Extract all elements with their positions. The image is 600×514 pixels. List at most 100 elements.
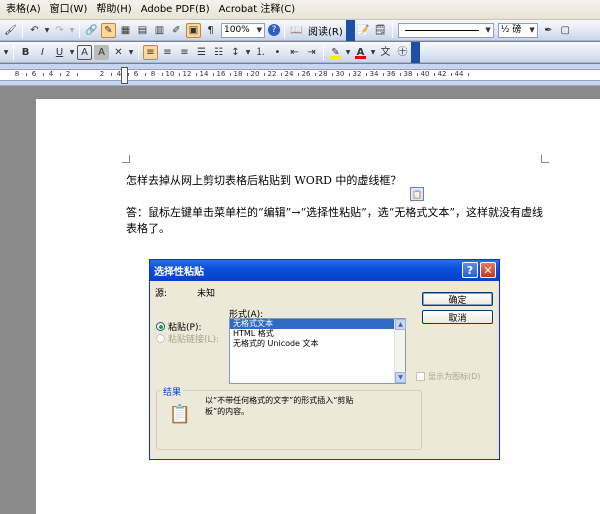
result-text-line1: 以“不带任何格式的文字”的形式插入“剪贴: [205, 396, 354, 405]
justify-icon[interactable]: ☰: [194, 45, 209, 60]
ok-button[interactable]: 确定: [422, 292, 493, 306]
insert-excel-icon[interactable]: ▤: [135, 23, 150, 38]
show-as-icon-checkbox[interactable]: 显示为图标(D): [416, 371, 480, 382]
hyperlink-icon[interactable]: 🔗: [84, 23, 99, 38]
line-style-combo[interactable]: ▼: [397, 22, 494, 38]
align-left-icon[interactable]: ≡: [143, 44, 158, 60]
ruler-tick: [110, 73, 112, 76]
answer-text-line2: 表格了。: [126, 222, 170, 235]
ruler-tick: [76, 73, 78, 76]
char-border-icon[interactable]: A: [77, 44, 92, 60]
ruler-label: 28: [318, 70, 328, 78]
ruler-label: 8: [14, 70, 20, 78]
ruler-tick: [195, 73, 197, 76]
font-color-icon[interactable]: A: [353, 45, 368, 60]
undo-icon[interactable]: ↶: [27, 23, 42, 38]
help-button[interactable]: ?: [462, 262, 478, 278]
ruler-tick: [450, 73, 452, 76]
cancel-button[interactable]: 取消: [422, 310, 493, 324]
align-center-icon[interactable]: ≡: [160, 45, 175, 60]
tables-borders-icon[interactable]: ✎: [101, 22, 116, 38]
paste-link-radio[interactable]: 粘贴链接(L):: [156, 332, 219, 345]
ruler-tick: [263, 73, 265, 76]
menu-window[interactable]: 窗口(W): [48, 0, 95, 20]
clipboard-icon: 📋: [168, 404, 192, 425]
zoom-combo[interactable]: 100% ▼: [221, 22, 265, 38]
phonetic-guide-icon[interactable]: 文: [378, 45, 393, 60]
border-icon[interactable]: ▢: [558, 23, 573, 38]
decrease-indent-icon[interactable]: ⇤: [287, 45, 302, 60]
help-icon[interactable]: ?: [268, 24, 280, 36]
ruler-label: 16: [216, 70, 226, 78]
highlight-icon[interactable]: ✎: [328, 45, 343, 60]
ruler-label: 32: [352, 70, 362, 78]
format-option[interactable]: HTML 格式: [230, 329, 405, 339]
format-listbox[interactable]: 无格式文本 HTML 格式 无格式的 Unicode 文本 ▲ ▼: [229, 318, 406, 384]
scale-icon[interactable]: ✕: [111, 45, 126, 60]
close-button[interactable]: ✕: [480, 262, 496, 278]
bold-icon[interactable]: B: [18, 45, 33, 60]
source-label: 源:: [155, 289, 168, 299]
columns-icon[interactable]: ▥: [152, 23, 167, 38]
line-spacing-icon[interactable]: ↕: [228, 45, 243, 60]
scroll-down-icon[interactable]: ▼: [395, 372, 406, 383]
horizontal-ruler[interactable]: 8 6 4 2 2 4 6 8 10 12 14 16 18 20 22 24 26 28 30 32 34 36 38 40…: [0, 64, 600, 86]
ruler-label: 6: [133, 70, 139, 78]
read-button[interactable]: 阅读(R): [305, 23, 346, 38]
ruler-tick: [433, 73, 435, 76]
result-text-line2: 板”的内容。: [205, 407, 250, 416]
read-icon[interactable]: 📖: [289, 23, 304, 38]
paste-link-radio-label: 粘贴链接(L):: [168, 335, 220, 345]
dropdown-arrow-icon[interactable]: ▼: [345, 45, 351, 60]
ruler-label: 26: [301, 70, 311, 78]
underline-icon[interactable]: U: [52, 45, 67, 60]
document-map-icon[interactable]: ▣: [186, 22, 201, 38]
increase-indent-icon[interactable]: ⇥: [304, 45, 319, 60]
new-comment-icon[interactable]: 🗒: [373, 23, 388, 38]
ruler-label: 2: [65, 70, 71, 78]
format-option[interactable]: 无格式文本: [230, 319, 405, 329]
standard-toolbar: 🖌 ↶ ▼ ↷ ▼ 🔗 ✎ ▦ ▤ ▥ ✐ ▣ ¶ 100% ▼ ? 📖 阅读(…: [0, 19, 600, 41]
redo-icon[interactable]: ↷: [52, 23, 67, 38]
scroll-up-icon[interactable]: ▲: [395, 319, 406, 330]
menu-adobe-pdf[interactable]: Adobe PDF(B): [139, 0, 217, 20]
bullets-icon[interactable]: •: [270, 45, 285, 60]
menu-table[interactable]: 表格(A): [4, 0, 48, 20]
line-weight-combo[interactable]: ½ 磅 ▼: [497, 22, 538, 38]
distribute-icon[interactable]: ☷: [211, 45, 226, 60]
show-hide-icon[interactable]: ¶: [203, 23, 218, 38]
dialog-titlebar[interactable]: 选择性粘贴 ? ✕: [150, 260, 499, 281]
enclose-char-icon[interactable]: ㊉: [395, 45, 410, 60]
dropdown-arrow-icon[interactable]: ▼: [69, 23, 75, 38]
char-shading-icon[interactable]: A: [94, 44, 109, 60]
edit-text-icon[interactable]: 📝: [356, 23, 371, 38]
dropdown-arrow-icon[interactable]: ▼: [245, 45, 251, 60]
ruler-label: 4: [48, 70, 54, 78]
line-weight-value: ½ 磅: [500, 24, 522, 35]
ruler-tick: [280, 73, 282, 76]
italic-icon[interactable]: I: [35, 45, 50, 60]
align-right-icon[interactable]: ≡: [177, 45, 192, 60]
menu-acrobat-comments[interactable]: Acrobat 注释(C): [217, 0, 303, 20]
listbox-scrollbar[interactable]: ▲ ▼: [394, 319, 406, 383]
insert-table-icon[interactable]: ▦: [118, 23, 133, 38]
format-painter-icon[interactable]: 🖌: [3, 23, 18, 38]
highlight-swatch: [330, 55, 341, 59]
format-option[interactable]: 无格式的 Unicode 文本: [230, 339, 405, 349]
dropdown-arrow-icon[interactable]: ▼: [370, 45, 376, 60]
paste-options-icon[interactable]: 📋: [410, 187, 424, 201]
dropdown-arrow-icon[interactable]: ▼: [69, 45, 75, 60]
separator: [138, 44, 139, 60]
dropdown-arrow-icon[interactable]: ▼: [128, 45, 134, 60]
numbering-icon[interactable]: ⒈: [253, 45, 268, 60]
pen-color-icon[interactable]: ✒: [541, 23, 556, 38]
menu-help[interactable]: 帮助(H): [94, 0, 138, 20]
dropdown-arrow-icon[interactable]: ▼: [3, 45, 9, 60]
ruler-label: 38: [403, 70, 413, 78]
ruler-tick: [399, 73, 401, 76]
ruler-tick: [365, 73, 367, 76]
dropdown-arrow-icon[interactable]: ▼: [44, 23, 50, 38]
menu-bar: 表格(A) 窗口(W) 帮助(H) Adobe PDF(B) Acrobat 注…: [0, 0, 600, 20]
result-group: 结果 📋 以“不带任何格式的文字”的形式插入“剪贴 板”的内容。: [156, 385, 422, 450]
drawing-icon[interactable]: ✐: [169, 23, 184, 38]
